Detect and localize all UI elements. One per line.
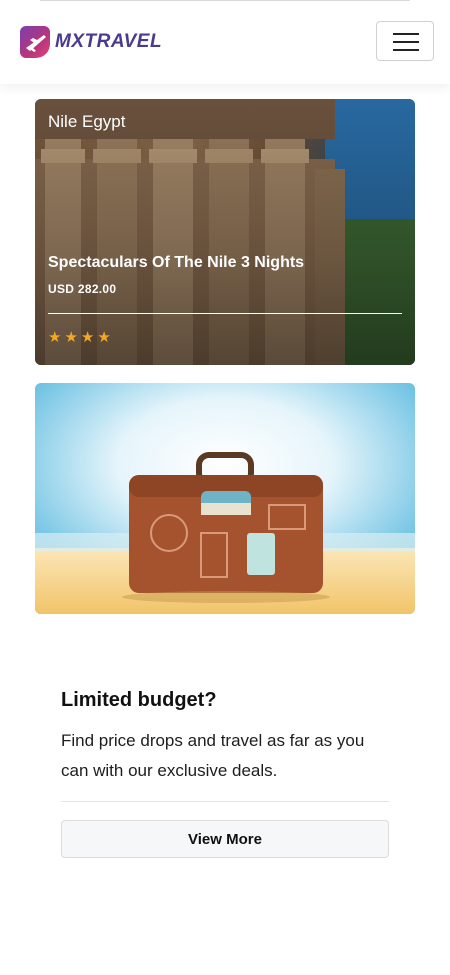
tour-price: USD 282.00 — [48, 282, 117, 296]
rating-stars: ★ ★ ★ ★ — [48, 330, 111, 346]
star-icon: ★ — [97, 329, 111, 346]
promo-title: Limited budget? — [61, 689, 217, 711]
airplane-logo-icon — [20, 26, 50, 58]
star-icon: ★ — [80, 329, 95, 346]
promo-divider — [61, 801, 389, 802]
image-overlay — [35, 99, 415, 365]
promo-description: Find price drops and travel as far as yo… — [61, 731, 365, 780]
tour-card-divider — [48, 313, 402, 314]
site-header: MXTRAVEL — [0, 0, 450, 84]
brand-name: MXTRAVEL — [55, 31, 163, 52]
view-more-button[interactable]: View More — [61, 820, 389, 858]
tour-title[interactable]: Spectaculars Of The Nile 3 Nights — [48, 254, 304, 272]
hamburger-menu-button[interactable] — [376, 21, 434, 61]
tour-location: Nile Egypt — [48, 112, 126, 131]
brand-logo[interactable]: MXTRAVEL — [20, 24, 162, 60]
star-icon: ★ — [64, 329, 78, 346]
star-icon: ★ — [48, 329, 62, 346]
tour-card[interactable]: Nile Egypt Spectaculars Of The Nile 3 Ni… — [35, 99, 415, 365]
suitcase-illustration — [35, 383, 415, 614]
header-top-divider — [40, 0, 410, 1]
